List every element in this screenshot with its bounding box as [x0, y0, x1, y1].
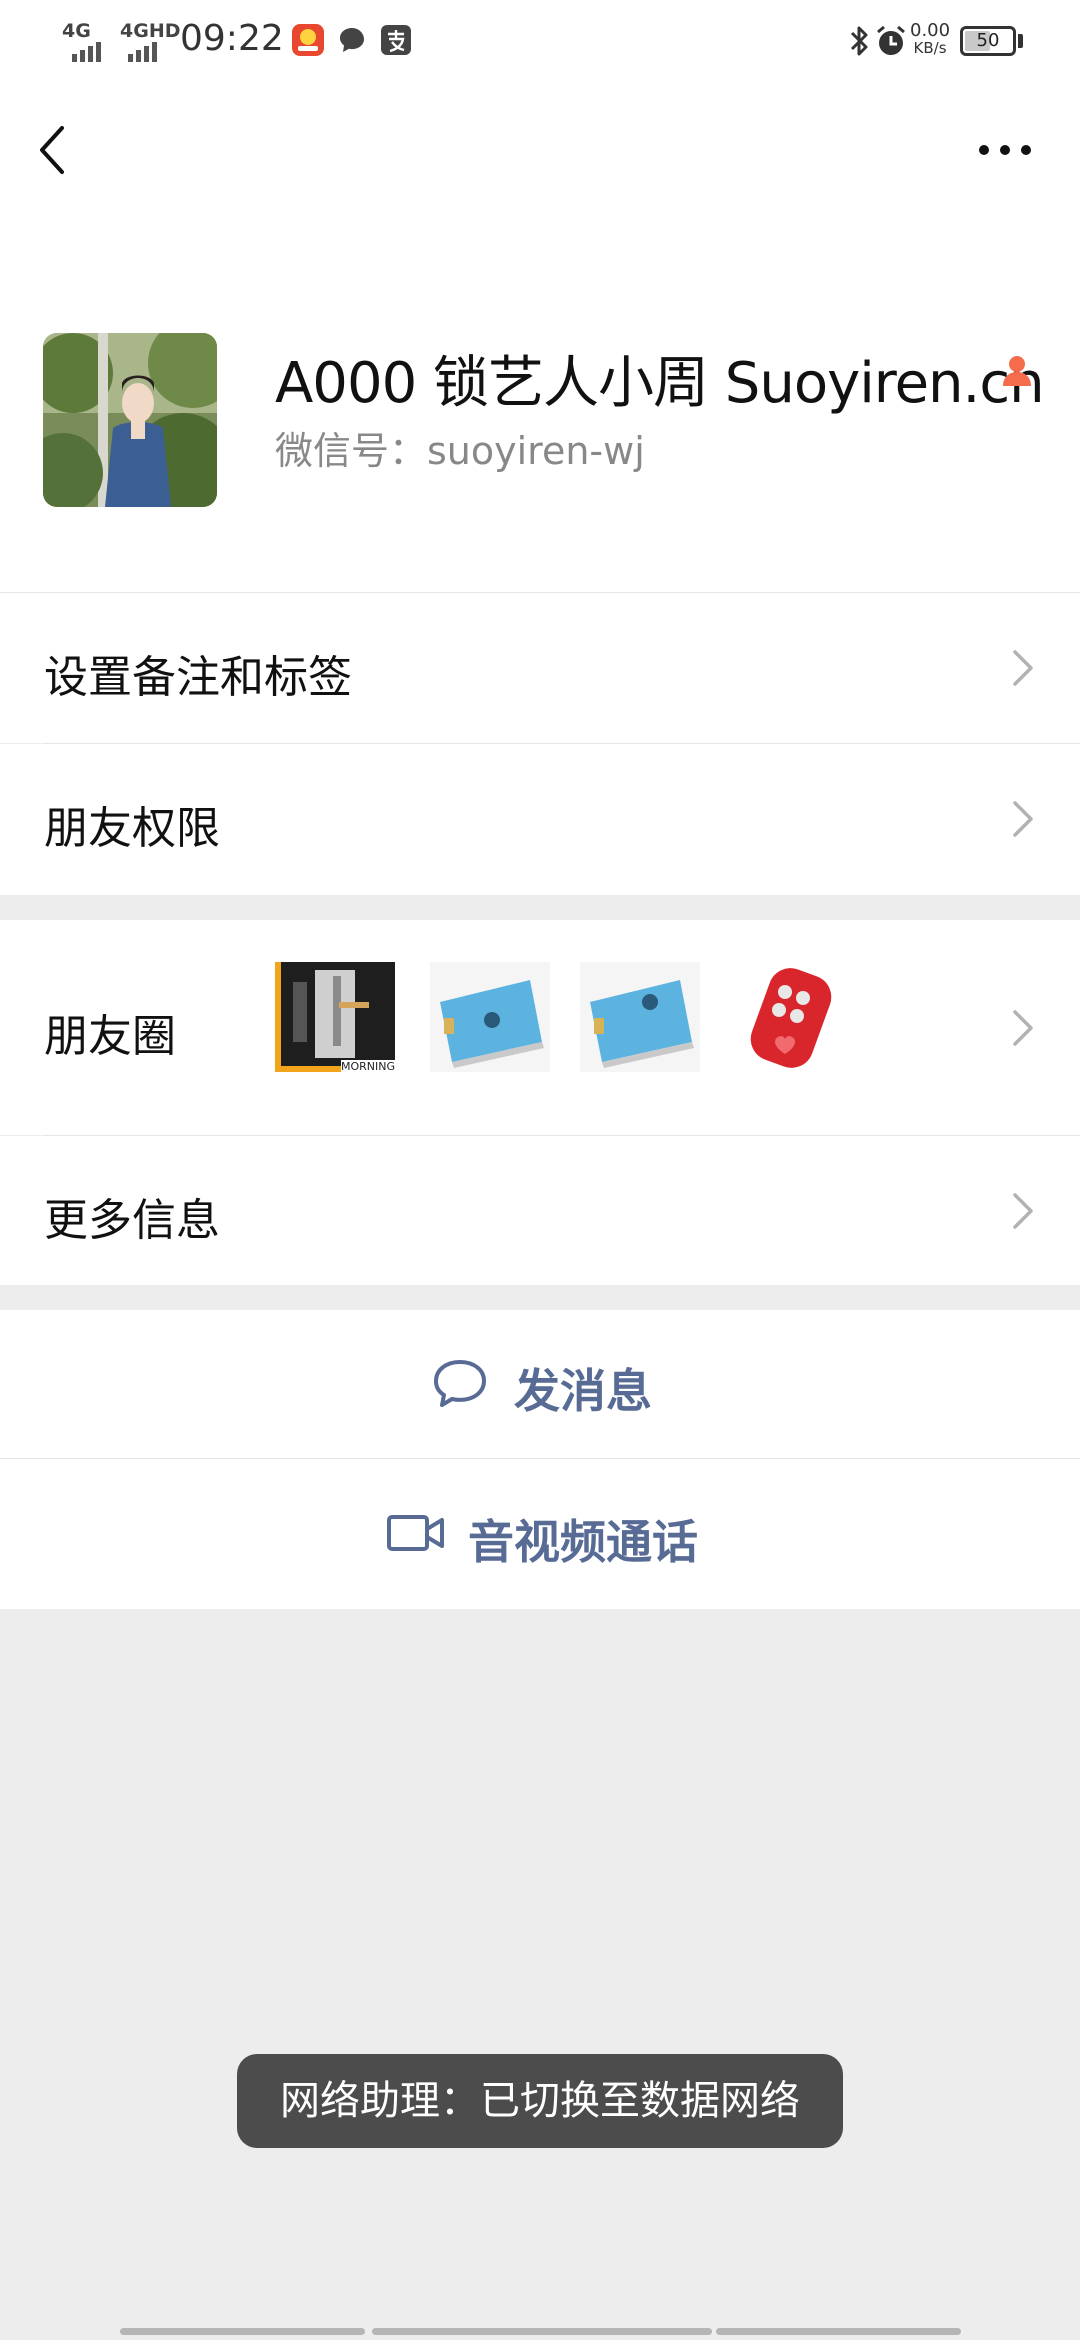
back-button[interactable] [30, 110, 80, 190]
more-options-button[interactable] [970, 125, 1040, 175]
avatar[interactable] [43, 333, 217, 507]
remark-and-tags-label: 设置备注和标签 [44, 652, 352, 703]
chevron-right-icon [1007, 1191, 1037, 1231]
network-type-label-2: 4GHD [120, 20, 181, 42]
home-indicator-segment [120, 2328, 365, 2335]
moments-label: 朋友圈 [44, 1011, 176, 1062]
message-bubble-icon [336, 24, 368, 56]
home-indicator-segment [716, 2328, 961, 2335]
more-info-row[interactable]: 更多信息 [0, 1136, 1080, 1285]
video-camera-icon [386, 1511, 446, 1555]
friend-permissions-row[interactable]: 朋友权限 [0, 744, 1080, 895]
wechat-id: 微信号：suoyiren-wj [275, 429, 645, 473]
bluetooth-icon [848, 24, 872, 58]
send-message-button[interactable]: 发消息 [0, 1310, 1080, 1458]
chevron-right-icon [1007, 1008, 1037, 1048]
remark-and-tags-row[interactable]: 设置备注和标签 [0, 593, 1080, 743]
chat-bubble-icon [430, 1356, 490, 1412]
signal-icon [72, 42, 101, 62]
notification-app-icon [292, 24, 324, 56]
home-indicator-segment [372, 2328, 712, 2335]
battery-level: 50 [976, 30, 1000, 51]
video-call-button[interactable]: 音视频通话 [0, 1459, 1080, 1609]
network-speed-value: 0.00 [910, 20, 951, 41]
avatar-photo [43, 333, 217, 507]
network-speed-unit: KB/s [913, 39, 947, 57]
moments-thumbnail [430, 962, 550, 1072]
ellipsis-icon [979, 145, 1031, 155]
chevron-right-icon [1007, 648, 1037, 688]
signal-icon-2 [128, 42, 157, 62]
chevron-right-icon [1007, 799, 1037, 839]
battery-icon: 50 [960, 26, 1016, 56]
send-message-label: 发消息 [514, 1364, 652, 1418]
alipay-icon [380, 24, 412, 56]
chevron-left-icon [40, 126, 64, 174]
more-info-label: 更多信息 [44, 1195, 220, 1246]
moments-thumbnail [735, 962, 855, 1072]
network-speed: 0.00 KB/s [910, 20, 951, 57]
profile-name: A000 锁艺人小周 Suoyiren.cn [275, 351, 1045, 416]
video-call-label: 音视频通话 [468, 1515, 698, 1569]
friend-permissions-label: 朋友权限 [44, 803, 220, 854]
alarm-icon [874, 24, 908, 58]
moments-row[interactable]: 朋友圈 MORNING [0, 920, 1080, 1135]
moments-thumbnail: MORNING [275, 962, 396, 1073]
network-toast: 网络助理：已切换至数据网络 [237, 2054, 843, 2148]
moments-thumbnail [580, 962, 700, 1072]
clock: 09:22 [180, 18, 284, 59]
moments-thumbnail-caption: MORNING [341, 1060, 396, 1073]
network-type-label: 4G [62, 20, 91, 42]
female-person-icon [1000, 354, 1034, 388]
battery-tip [1018, 34, 1023, 48]
